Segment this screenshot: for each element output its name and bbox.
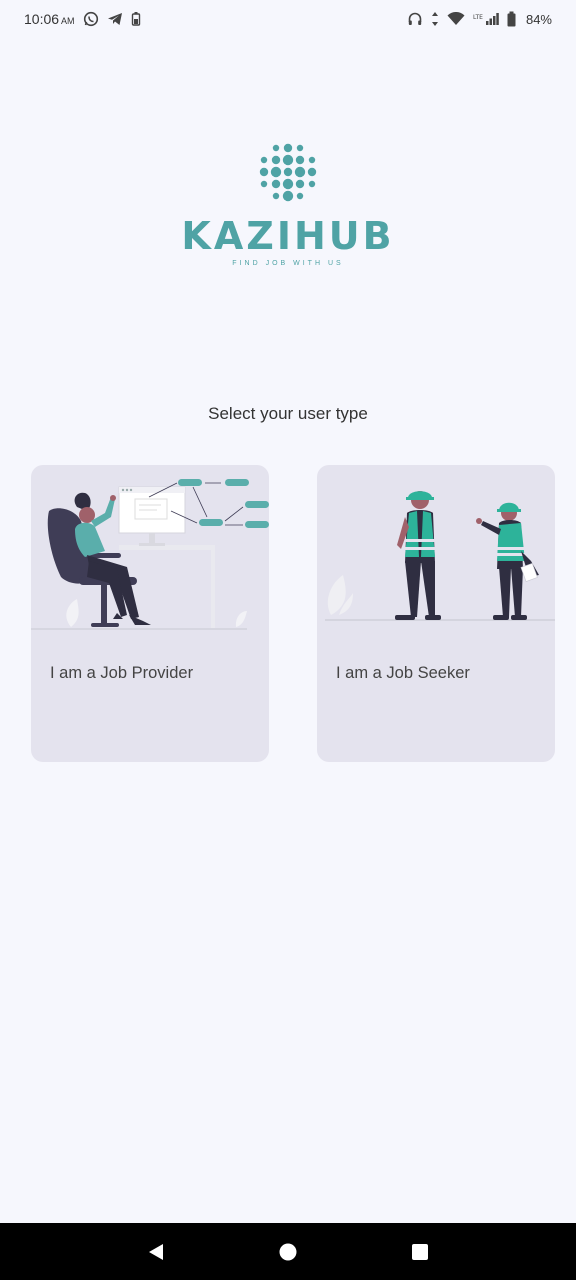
logo-tagline: FIND JOB WITH US <box>232 260 344 267</box>
battery-percent: 84% <box>525 11 552 27</box>
user-type-prompt: Select your user type <box>208 404 368 423</box>
app-logo: KAZIHUB FIND JOB WITH US <box>0 140 576 267</box>
headset-icon <box>407 11 423 27</box>
clock: 10:06 AM <box>24 11 75 27</box>
data-arrows-icon <box>431 11 439 27</box>
logo-title: KAZIHUB <box>181 214 395 258</box>
job-provider-label: I am a Job Provider <box>50 664 194 682</box>
battery-saver-icon <box>131 11 141 27</box>
whatsapp-icon <box>83 11 99 27</box>
job-provider-card[interactable]: I am a Job Provider <box>31 465 269 762</box>
wifi-icon <box>447 12 465 26</box>
recents-icon[interactable] <box>400 1232 440 1272</box>
telegram-icon <box>107 11 123 27</box>
back-icon[interactable] <box>136 1232 176 1272</box>
system-nav-bar <box>0 1223 576 1280</box>
status-bar: 10:06 AM LTE 84% <box>0 0 576 38</box>
lte-signal-icon: LTE <box>473 12 499 26</box>
home-icon[interactable] <box>268 1232 308 1272</box>
battery-icon <box>507 11 516 27</box>
job-seeker-card[interactable]: I am a Job Seeker <box>317 465 555 762</box>
job-seeker-label: I am a Job Seeker <box>336 664 470 682</box>
clock-time: 10:06 <box>24 11 60 27</box>
status-right: LTE 84% <box>407 11 552 27</box>
status-left: 10:06 AM <box>24 11 141 27</box>
clock-ampm: AM <box>61 16 75 26</box>
svg-text:LTE: LTE <box>473 14 483 21</box>
job-seeker-illustration <box>325 491 555 621</box>
job-provider-illustration <box>31 479 269 630</box>
logo-dots-icon <box>259 143 317 202</box>
